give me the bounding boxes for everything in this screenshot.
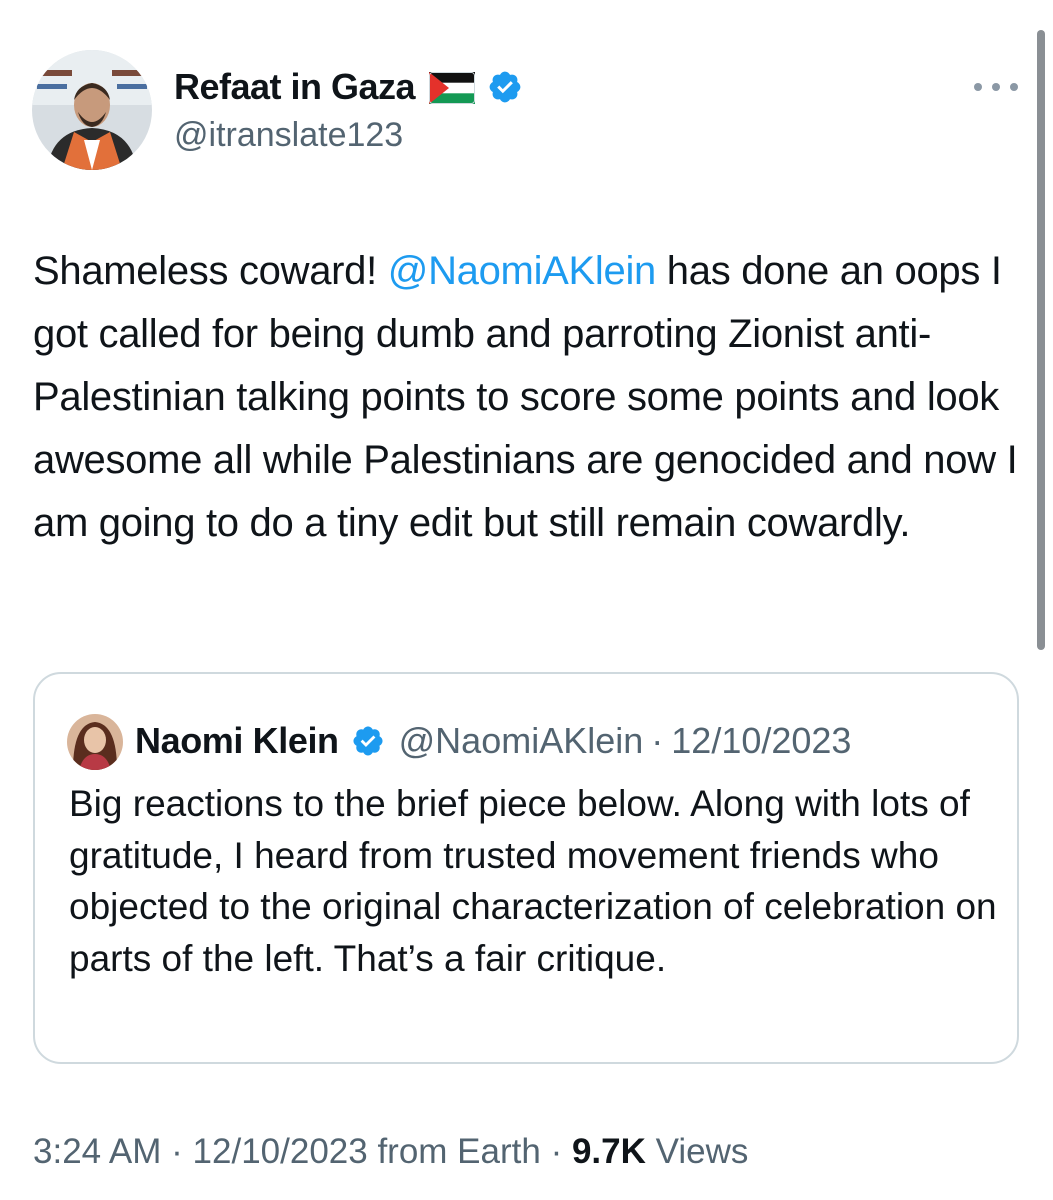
meta-separator: ·	[550, 1132, 563, 1171]
mention-link[interactable]: @NaomiAKlein	[388, 249, 657, 293]
quoted-tweet-card[interactable]: Naomi Klein @NaomiAKlein · 12/10/2023 Bi…	[33, 672, 1019, 1064]
meta-separator: ·	[171, 1132, 183, 1171]
quoted-author-name[interactable]: Naomi Klein	[135, 720, 339, 762]
more-dot	[992, 83, 1000, 91]
tweet-source: from Earth	[377, 1132, 541, 1171]
verified-badge-icon[interactable]	[487, 69, 523, 105]
tweet-text: Shameless coward! @NaomiAKlein has done …	[33, 240, 1023, 555]
quoted-tweet-header: Naomi Klein @NaomiAKlein · 12/10/2023	[135, 716, 851, 766]
more-dot	[974, 83, 982, 91]
verified-badge-icon[interactable]	[351, 724, 385, 758]
author-name-text: Refaat in Gaza	[174, 66, 416, 107]
tweet-text-suffix: has done an oops I got called for being …	[33, 249, 1018, 545]
tweet-meta: 3:24 AM · 12/10/2023 from Earth · 9.7K V…	[33, 1132, 748, 1172]
views-label: Views	[655, 1132, 749, 1171]
palestine-flag-icon	[429, 71, 476, 104]
more-dot	[1010, 83, 1018, 91]
author-handle[interactable]: @itranslate123	[174, 116, 403, 155]
views-count: 9.7K	[571, 1132, 646, 1171]
quoted-author-handle[interactable]: @NaomiAKlein	[399, 720, 644, 762]
author-avatar[interactable]	[32, 50, 152, 170]
tweet-time[interactable]: 3:24 AM	[33, 1132, 161, 1171]
scrollbar[interactable]	[1037, 30, 1045, 650]
quoted-tweet-text: Big reactions to the brief piece below. …	[69, 783, 997, 979]
quoted-author-avatar[interactable]	[67, 714, 123, 770]
more-icon[interactable]	[974, 72, 1018, 102]
quoted-tweet-date[interactable]: 12/10/2023	[671, 720, 851, 762]
tweet-text-prefix: Shameless coward!	[33, 249, 388, 293]
tweet-date[interactable]: 12/10/2023	[193, 1132, 368, 1171]
quoted-separator: ·	[651, 720, 664, 761]
author-display-name[interactable]: Refaat in Gaza	[174, 66, 523, 108]
